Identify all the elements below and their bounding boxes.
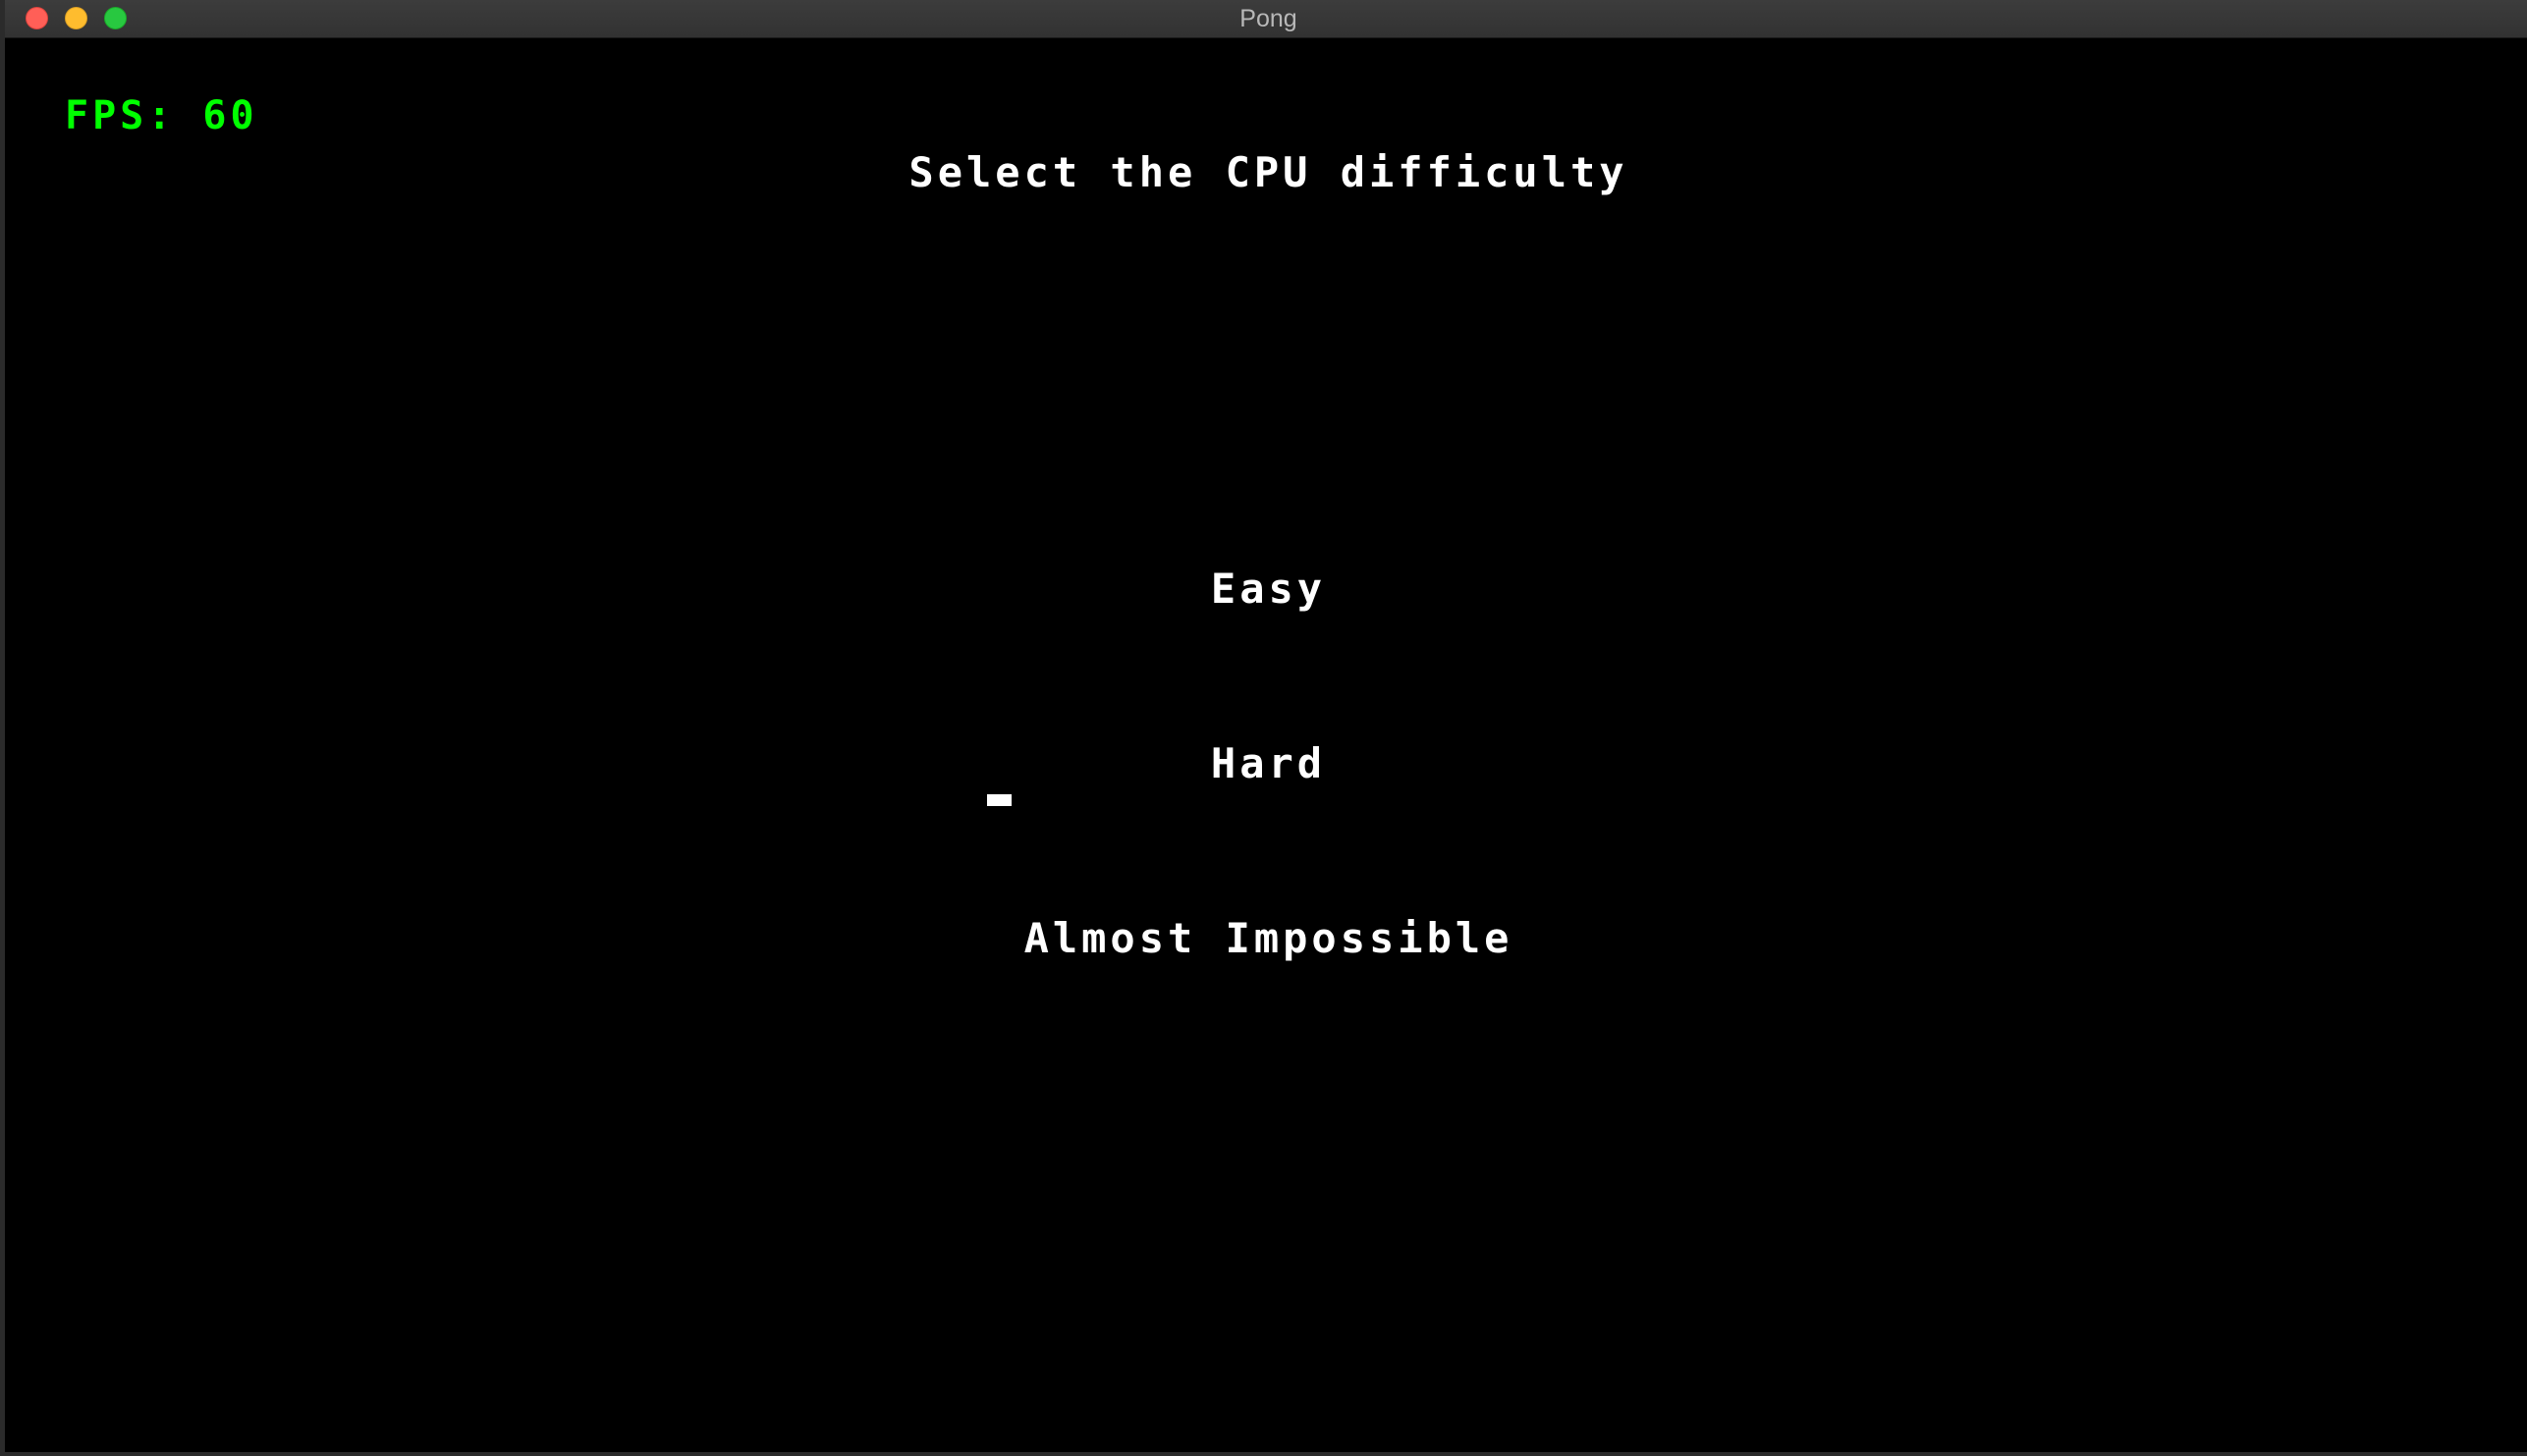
option-hard[interactable]: Hard: [10, 739, 2527, 787]
game-canvas[interactable]: FPS: 60 Select the CPU difficulty Easy H…: [10, 38, 2527, 1452]
selection-cursor-icon: [987, 794, 1012, 806]
difficulty-heading: Select the CPU difficulty: [908, 148, 1628, 196]
option-easy[interactable]: Easy: [10, 565, 2527, 613]
window-title: Pong: [1239, 5, 1297, 32]
game-window: Pong FPS: 60 Select the CPU difficulty E…: [0, 0, 2527, 1456]
title-bar[interactable]: Pong: [5, 0, 2527, 38]
option-almost-impossible[interactable]: Almost Impossible: [10, 914, 2527, 962]
fps-counter: FPS: 60: [65, 93, 258, 138]
